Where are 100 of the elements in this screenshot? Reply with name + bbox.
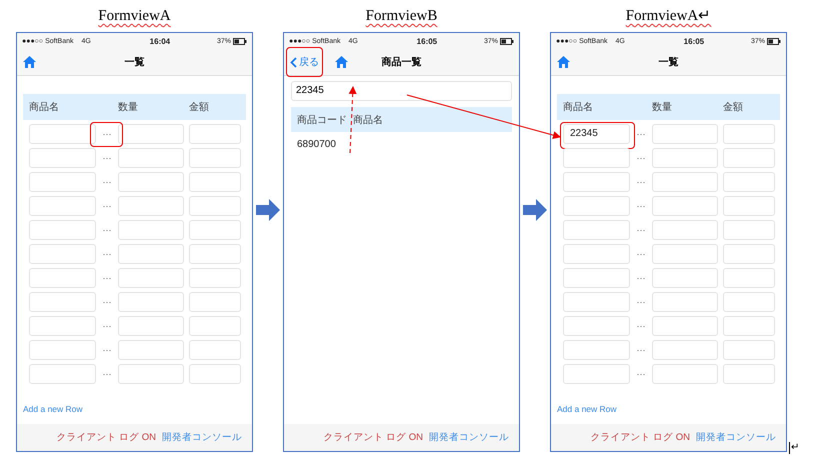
input-field[interactable]	[723, 172, 775, 192]
input-field[interactable]	[652, 220, 718, 240]
input-field[interactable]	[652, 292, 718, 312]
more-button[interactable]: ···	[96, 292, 118, 312]
input-field[interactable]	[189, 148, 241, 168]
input-field[interactable]	[29, 268, 96, 288]
client-log-link[interactable]: クライアント ログ ON	[323, 431, 423, 444]
input-field[interactable]	[723, 196, 775, 216]
input-field[interactable]	[189, 196, 241, 216]
search-field[interactable]: 22345	[291, 81, 512, 101]
input-field[interactable]	[652, 316, 718, 336]
input-field[interactable]	[723, 148, 775, 168]
input-field[interactable]	[652, 148, 718, 168]
more-button[interactable]: ···	[630, 220, 652, 240]
input-field[interactable]	[652, 268, 718, 288]
input-field[interactable]	[723, 340, 775, 360]
input-field[interactable]	[118, 172, 184, 192]
input-field[interactable]	[189, 268, 241, 288]
input-field[interactable]	[29, 292, 96, 312]
more-button[interactable]: ···	[96, 172, 118, 192]
input-field[interactable]	[652, 124, 718, 144]
input-field[interactable]	[723, 268, 775, 288]
client-log-link[interactable]: クライアント ログ ON	[590, 431, 690, 444]
input-field[interactable]	[29, 244, 96, 264]
input-field[interactable]	[189, 340, 241, 360]
input-field[interactable]	[118, 292, 184, 312]
more-button[interactable]: ···	[630, 292, 652, 312]
input-field[interactable]	[723, 292, 775, 312]
input-field[interactable]	[189, 244, 241, 264]
input-field[interactable]	[118, 364, 184, 384]
input-field[interactable]	[29, 196, 96, 216]
input-field[interactable]	[29, 172, 96, 192]
input-field[interactable]	[652, 340, 718, 360]
more-button[interactable]: ···	[630, 124, 652, 144]
more-button[interactable]: ···	[96, 124, 118, 144]
add-row-link[interactable]: Add a new Row	[23, 404, 83, 414]
more-button[interactable]: ···	[630, 244, 652, 264]
input-field[interactable]	[118, 244, 184, 264]
input-field[interactable]	[189, 124, 241, 144]
input-field[interactable]	[29, 364, 96, 384]
home-icon[interactable]	[335, 56, 348, 68]
input-field[interactable]	[563, 292, 630, 312]
input-field[interactable]	[189, 364, 241, 384]
more-button[interactable]: ···	[630, 340, 652, 360]
more-button[interactable]: ···	[96, 148, 118, 168]
input-field[interactable]	[652, 244, 718, 264]
more-button[interactable]: ···	[630, 172, 652, 192]
input-field[interactable]	[29, 220, 96, 240]
input-field[interactable]	[563, 268, 630, 288]
list-item[interactable]: 6890700	[291, 132, 342, 157]
clock: 16:05	[684, 36, 704, 46]
client-log-link[interactable]: クライアント ログ ON	[56, 431, 156, 444]
home-icon[interactable]	[23, 56, 36, 68]
input-field[interactable]	[563, 172, 630, 192]
input-field[interactable]: 22345	[563, 124, 630, 144]
more-button[interactable]: ···	[96, 364, 118, 384]
more-button[interactable]: ···	[96, 196, 118, 216]
input-field[interactable]	[29, 340, 96, 360]
more-button[interactable]: ···	[96, 316, 118, 336]
input-field[interactable]	[118, 316, 184, 336]
more-button[interactable]: ···	[630, 196, 652, 216]
input-field[interactable]	[563, 220, 630, 240]
input-field[interactable]	[652, 196, 718, 216]
more-button[interactable]: ···	[630, 268, 652, 288]
input-field[interactable]	[118, 268, 184, 288]
input-field[interactable]	[563, 148, 630, 168]
input-field[interactable]	[189, 316, 241, 336]
more-button[interactable]: ···	[96, 220, 118, 240]
input-field[interactable]	[652, 364, 718, 384]
input-field[interactable]	[563, 340, 630, 360]
input-field[interactable]	[563, 244, 630, 264]
more-button[interactable]: ···	[96, 340, 118, 360]
more-button[interactable]: ···	[96, 244, 118, 264]
input-field[interactable]	[118, 196, 184, 216]
input-field[interactable]	[563, 196, 630, 216]
input-field[interactable]	[189, 172, 241, 192]
input-field[interactable]	[29, 124, 96, 144]
more-button[interactable]: ···	[630, 148, 652, 168]
input-field[interactable]	[563, 316, 630, 336]
input-field[interactable]	[189, 292, 241, 312]
input-field[interactable]	[118, 340, 184, 360]
input-field[interactable]	[29, 148, 96, 168]
input-field[interactable]	[723, 364, 775, 384]
input-field[interactable]	[563, 364, 630, 384]
input-field[interactable]	[723, 244, 775, 264]
add-row-link[interactable]: Add a new Row	[557, 404, 617, 414]
input-field[interactable]	[723, 124, 775, 144]
input-field[interactable]	[723, 220, 775, 240]
more-button[interactable]: ···	[96, 268, 118, 288]
input-field[interactable]	[118, 124, 184, 144]
input-field[interactable]	[118, 148, 184, 168]
input-field[interactable]	[118, 220, 184, 240]
input-field[interactable]	[189, 220, 241, 240]
home-icon[interactable]	[557, 56, 570, 68]
more-button[interactable]: ···	[630, 364, 652, 384]
back-button[interactable]: 戻る	[290, 55, 319, 69]
more-button[interactable]: ···	[630, 316, 652, 336]
input-field[interactable]	[652, 172, 718, 192]
input-field[interactable]	[29, 316, 96, 336]
input-field[interactable]	[723, 316, 775, 336]
